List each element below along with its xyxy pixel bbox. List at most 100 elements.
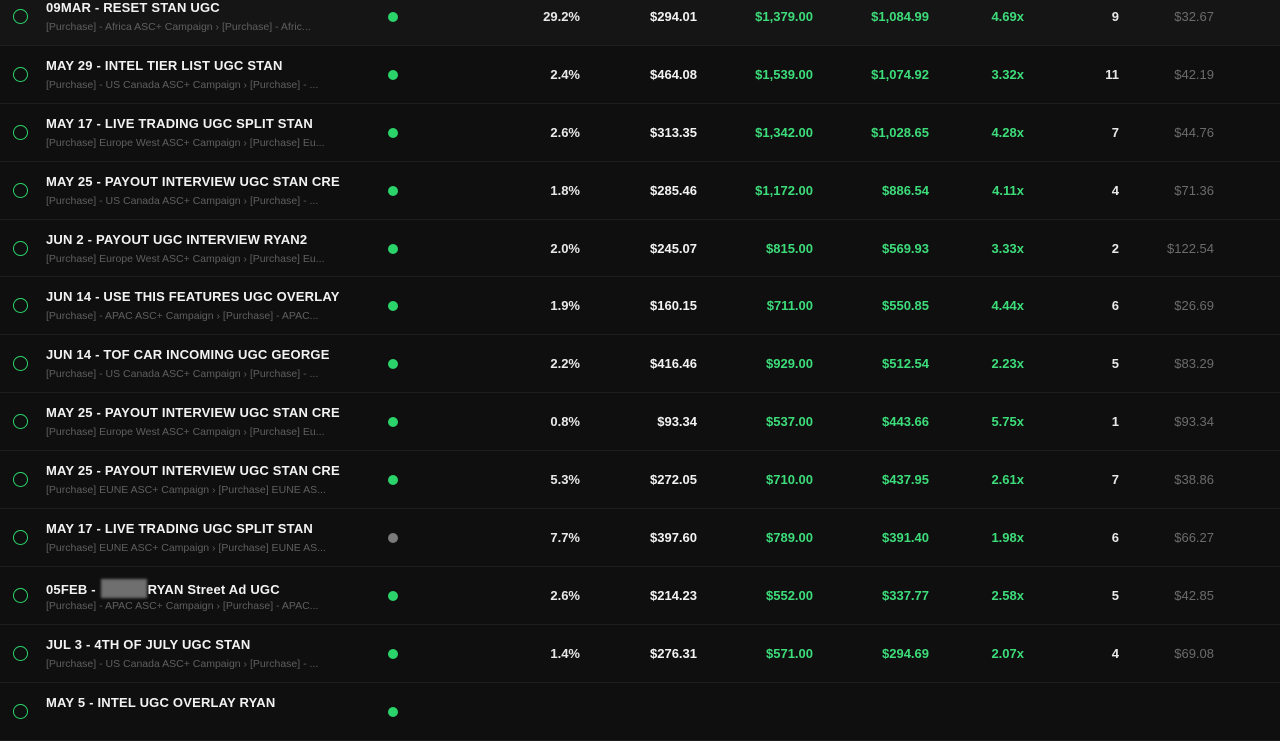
spend-cell: $285.46: [650, 182, 697, 198]
table-row[interactable]: MAY 25 - PAYOUT INTERVIEW UGC STAN CRE [P…: [0, 393, 1280, 452]
pct-cell: 29.2%: [543, 9, 580, 24]
pct-cell: 2.4%: [550, 66, 580, 82]
roas-cell: 2.07x: [991, 645, 1024, 661]
ad-campaign-path: [Purchase] - US Canada ASC+ Campaign › […: [46, 657, 319, 670]
pct-cell: 5.3%: [550, 472, 580, 488]
ad-campaign-path: [Purchase] Europe West ASC+ Campaign › […: [46, 252, 325, 265]
table-row[interactable]: JUL 3 - 4TH OF JULY UGC STAN [Purchase] -…: [0, 625, 1280, 683]
purchases-cell: 5: [1111, 587, 1119, 603]
cpa-cell: $71.36: [1174, 182, 1214, 198]
purchases-cell: 11: [1105, 66, 1119, 82]
roas-cell: 2.61x: [991, 472, 1024, 488]
circle-check-icon[interactable]: [13, 182, 28, 198]
revenue-cell: $929.00: [766, 356, 813, 372]
profit-cell: $1,074.92: [871, 66, 929, 82]
cpa-cell: $42.85: [1174, 587, 1214, 603]
ad-campaign-path: [Purchase] - US Canada ASC+ Campaign › […: [46, 78, 319, 91]
ad-campaign-path: [Purchase] - US Canada ASC+ Campaign › […: [46, 194, 319, 207]
ad-name: MAY 25 - PAYOUT INTERVIEW UGC STAN CRE: [46, 463, 340, 479]
table-row[interactable]: MAY 5 - INTEL UGC OVERLAY RYAN: [0, 683, 1280, 741]
purchases-cell: 9: [1111, 9, 1119, 24]
ad-name: MAY 25 - PAYOUT INTERVIEW UGC STAN CRE: [46, 173, 340, 189]
circle-check-icon[interactable]: [13, 530, 28, 546]
roas-cell: 4.11x: [992, 182, 1024, 198]
ad-name: MAY 5 - INTEL UGC OVERLAY RYAN: [46, 694, 276, 710]
circle-check-icon[interactable]: [13, 240, 28, 256]
ad-name: MAY 25 - PAYOUT INTERVIEW UGC STAN CRE: [46, 405, 340, 421]
circle-check-icon[interactable]: [13, 356, 28, 372]
profit-cell: $391.40: [882, 530, 929, 546]
purchases-cell: 2: [1111, 240, 1119, 256]
ad-name: MAY 29 - INTEL TIER LIST UGC STAN: [46, 57, 283, 73]
table-row[interactable]: JUN 14 - TOF CAR INCOMING UGC GEORGE [Pur…: [0, 335, 1280, 394]
pct-cell: 2.6%: [550, 587, 580, 603]
circle-check-icon[interactable]: [13, 298, 28, 314]
pct-cell: 1.9%: [550, 298, 580, 314]
table-row[interactable]: 05FEB - RYAN Street Ad UGC [Purchase] - A…: [0, 567, 1280, 625]
roas-cell: 4.44x: [991, 298, 1024, 314]
status-dot-icon: [388, 185, 398, 196]
profit-cell: $294.69: [882, 645, 929, 661]
ad-name: 05FEB - RYAN Street Ad UGC: [46, 578, 280, 598]
circle-check-icon[interactable]: [13, 414, 28, 430]
spend-cell: $294.01: [650, 9, 697, 24]
circle-check-icon[interactable]: [13, 587, 28, 603]
revenue-cell: $711.00: [766, 298, 813, 314]
profit-cell: $569.93: [882, 240, 929, 256]
table-row[interactable]: 09MAR - RESET STAN UGC [Purchase] - Afric…: [0, 0, 1280, 46]
table-row[interactable]: MAY 29 - INTEL TIER LIST UGC STAN [Purcha…: [0, 46, 1280, 104]
cpa-cell: $83.29: [1174, 356, 1214, 372]
status-dot-icon: [388, 475, 398, 486]
table-row[interactable]: MAY 17 - LIVE TRADING UGC SPLIT STAN [Pur…: [0, 104, 1280, 162]
pct-cell: 2.6%: [550, 124, 580, 140]
purchases-cell: 5: [1111, 356, 1119, 372]
spend-cell: $416.46: [650, 356, 697, 372]
redacted-block: [100, 578, 147, 598]
table-row[interactable]: JUN 2 - PAYOUT UGC INTERVIEW RYAN2 [Purch…: [0, 220, 1280, 278]
revenue-cell: $1,172.00: [755, 182, 813, 198]
ad-name: JUN 14 - TOF CAR INCOMING UGC GEORGE: [46, 347, 330, 363]
circle-check-icon[interactable]: [13, 124, 28, 140]
revenue-cell: $1,539.00: [755, 66, 813, 82]
ad-campaign-path: [Purchase] - US Canada ASC+ Campaign › […: [46, 368, 319, 381]
ads-table: 09MAR - RESET STAN UGC [Purchase] - Afric…: [0, 0, 1280, 741]
ad-name: 09MAR - RESET STAN UGC: [46, 0, 220, 15]
spend-cell: $464.08: [650, 66, 697, 82]
table-row[interactable]: MAY 17 - LIVE TRADING UGC SPLIT STAN [Pur…: [0, 509, 1280, 567]
revenue-cell: $710.00: [766, 472, 813, 488]
roas-cell: 4.69x: [991, 9, 1024, 24]
spend-cell: $276.31: [650, 645, 697, 661]
circle-check-icon[interactable]: [13, 472, 28, 488]
pct-cell: 1.4%: [550, 645, 580, 661]
cpa-cell: $93.34: [1174, 414, 1214, 430]
circle-check-icon[interactable]: [13, 9, 28, 24]
spend-cell: $397.60: [650, 530, 697, 546]
table-row[interactable]: JUN 14 - USE THIS FEATURES UGC OVERLAY [P…: [0, 277, 1280, 336]
ad-campaign-path: [Purchase] - APAC ASC+ Campaign › [Purch…: [46, 310, 319, 323]
profit-cell: $512.54: [882, 356, 929, 372]
cpa-cell: $38.86: [1174, 472, 1214, 488]
roas-cell: 4.28x: [991, 124, 1024, 140]
circle-check-icon[interactable]: [13, 645, 28, 661]
status-dot-icon: [388, 301, 398, 312]
cpa-cell: $32.67: [1174, 9, 1214, 24]
ad-campaign-path: [Purchase] - Africa ASC+ Campaign › [Pur…: [46, 21, 311, 33]
purchases-cell: 4: [1111, 645, 1119, 661]
status-dot-icon: [388, 417, 398, 428]
ad-campaign-path: [Purchase] Europe West ASC+ Campaign › […: [46, 136, 325, 149]
circle-check-icon[interactable]: [13, 703, 28, 719]
cpa-cell: $122.54: [1167, 240, 1214, 256]
circle-check-icon[interactable]: [13, 66, 28, 82]
ad-name: JUN 2 - PAYOUT UGC INTERVIEW RYAN2: [46, 231, 308, 247]
status-dot-icon: [388, 243, 398, 254]
cpa-cell: $69.08: [1174, 645, 1214, 661]
purchases-cell: 6: [1111, 530, 1119, 546]
pct-cell: 2.2%: [550, 356, 580, 372]
ad-campaign-path: [Purchase] Europe West ASC+ Campaign › […: [46, 426, 325, 439]
purchases-cell: 7: [1111, 124, 1119, 140]
status-dot-icon: [388, 590, 398, 601]
table-row[interactable]: MAY 25 - PAYOUT INTERVIEW UGC STAN CRE [P…: [0, 162, 1280, 220]
table-row[interactable]: MAY 25 - PAYOUT INTERVIEW UGC STAN CRE [P…: [0, 451, 1280, 510]
purchases-cell: 6: [1111, 298, 1119, 314]
revenue-cell: $789.00: [766, 530, 813, 546]
